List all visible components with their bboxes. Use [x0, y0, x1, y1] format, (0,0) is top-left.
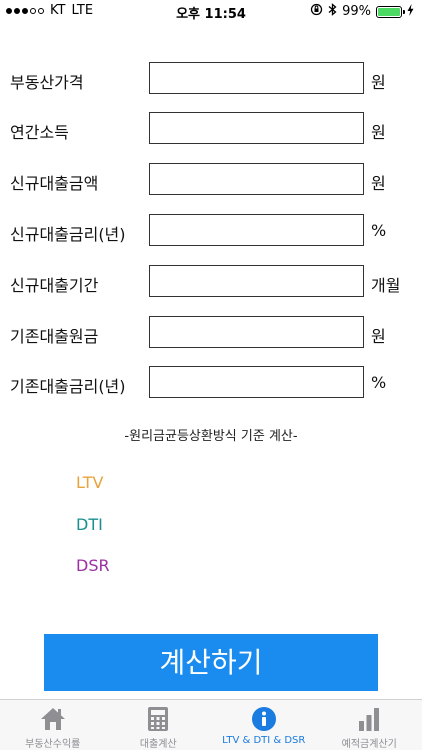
- form-row-property-price: 부동산가격 원: [0, 62, 422, 96]
- existing-loan-rate-label: 기존대출금리(년): [10, 377, 126, 396]
- orientation-lock-icon: [310, 3, 323, 20]
- dsr-result: DSR: [76, 556, 110, 575]
- calculator-icon: [143, 705, 173, 733]
- battery-icon: [376, 5, 405, 18]
- existing-loan-rate-unit: %: [371, 373, 387, 392]
- new-loan-term-label: 신규대출기간: [10, 276, 99, 295]
- tab-loan-calc[interactable]: 대출계산: [106, 700, 212, 750]
- tab-savings-calc[interactable]: 예적금계산기: [317, 700, 422, 750]
- calculation-method-note: -원리금균등상환방식 기준 계산-: [124, 429, 298, 444]
- dti-result: DTI: [76, 515, 103, 534]
- new-loan-amount-label: 신규대출금액: [10, 174, 99, 193]
- status-right: 99%: [310, 3, 414, 20]
- calculate-button[interactable]: 계산하기: [44, 634, 378, 691]
- charging-icon: [407, 3, 414, 20]
- tab-label-ltv-dti-dsr: LTV & DTI & DSR: [222, 735, 306, 746]
- tab-label-property-yield: 부동산수익률: [25, 739, 81, 750]
- battery-percent: 99%: [342, 4, 371, 19]
- existing-loan-rate-input[interactable]: [149, 366, 364, 398]
- new-loan-amount-unit: 원: [371, 174, 386, 193]
- form-row-new-loan-term: 신규대출기간 개월: [0, 265, 422, 299]
- tab-bar: 부동산수익률 대출계산 LTV & DTI & DSR 예적금계산기: [0, 699, 422, 750]
- tab-label-loan-calc: 대출계산: [139, 739, 177, 750]
- form-row-existing-loan-principal: 기존대출원금 원: [0, 316, 422, 350]
- new-loan-rate-unit: %: [371, 221, 387, 240]
- existing-loan-principal-input[interactable]: [149, 316, 364, 348]
- form-row-new-loan-rate: 신규대출금리(년) %: [0, 214, 422, 248]
- annual-income-input[interactable]: [149, 112, 364, 144]
- bluetooth-icon: [328, 3, 337, 20]
- new-loan-term-input[interactable]: [149, 265, 364, 297]
- existing-loan-principal-label: 기존대출원금: [10, 327, 99, 346]
- property-price-unit: 원: [371, 73, 386, 92]
- property-price-label: 부동산가격: [10, 73, 84, 92]
- new-loan-term-unit: 개월: [371, 276, 401, 295]
- battery-level-fill: [378, 7, 400, 16]
- new-loan-amount-input[interactable]: [149, 163, 364, 195]
- bar-chart-icon: [354, 705, 384, 733]
- home-icon: [38, 705, 68, 733]
- existing-loan-principal-unit: 원: [371, 327, 386, 346]
- new-loan-rate-input[interactable]: [149, 214, 364, 246]
- property-price-input[interactable]: [149, 62, 364, 94]
- new-loan-rate-label: 신규대출금리(년): [10, 225, 126, 244]
- tab-ltv-dti-dsr[interactable]: LTV & DTI & DSR: [211, 700, 317, 750]
- annual-income-unit: 원: [371, 123, 386, 142]
- tab-property-yield[interactable]: 부동산수익률: [0, 700, 106, 750]
- status-bar: KT LTE 오후 11:54 99%: [0, 0, 422, 22]
- ltv-result: LTV: [76, 473, 104, 492]
- form-row-existing-loan-rate: 기존대출금리(년) %: [0, 366, 422, 400]
- form-row-annual-income: 연간소득 원: [0, 112, 422, 146]
- tab-label-savings-calc: 예적금계산기: [341, 739, 397, 750]
- form-row-new-loan-amount: 신규대출금액 원: [0, 163, 422, 197]
- info-icon: [249, 705, 279, 733]
- annual-income-label: 연간소득: [10, 123, 69, 142]
